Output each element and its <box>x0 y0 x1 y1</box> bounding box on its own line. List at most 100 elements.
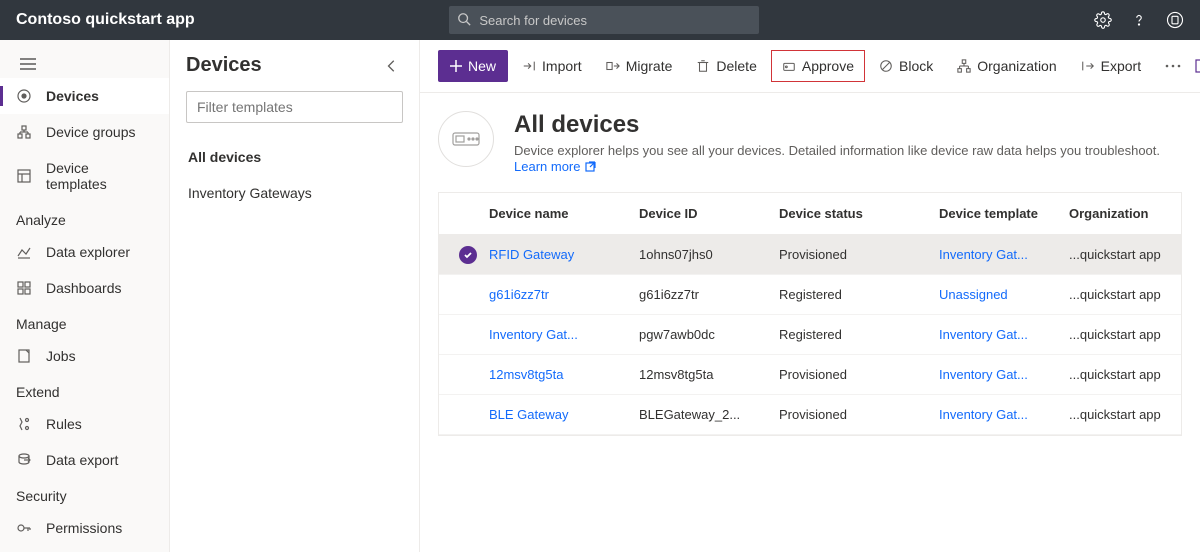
device-org: ...quickstart app <box>1059 287 1182 302</box>
table-row[interactable]: RFID Gateway 1ohns07jhs0 Provisioned Inv… <box>439 235 1182 275</box>
sidebar-item-data-explorer[interactable]: Data explorer <box>0 234 169 270</box>
device-template-link[interactable]: Unassigned <box>929 287 1059 302</box>
sidebar-item-label: Rules <box>46 416 82 432</box>
device-status: Registered <box>769 287 929 302</box>
rules-icon <box>16 416 32 432</box>
device-status: Provisioned <box>769 367 929 382</box>
group-icon <box>16 124 32 140</box>
sidebar-item-dashboards[interactable]: Dashboards <box>0 270 169 306</box>
help-icon[interactable] <box>1130 11 1148 29</box>
template-item[interactable]: All devices <box>186 139 403 175</box>
topbar-actions <box>1094 11 1184 29</box>
migrate-button[interactable]: Migrate <box>596 50 683 82</box>
page-subtitle: Device explorer helps you see all your d… <box>514 143 1160 158</box>
migrate-label: Migrate <box>626 58 673 74</box>
chart-icon <box>16 244 32 260</box>
sidebar-item-label: Permissions <box>46 520 122 536</box>
col-device-id[interactable]: Device ID <box>629 206 769 221</box>
toolbar-right <box>1195 58 1200 74</box>
device-name-link[interactable]: 12msv8tg5ta <box>479 367 629 382</box>
row-selected-icon[interactable] <box>459 246 477 264</box>
sidebar-item-permissions[interactable]: Permissions <box>0 510 169 546</box>
table-row[interactable]: Inventory Gat... pgw7awb0dc Registered I… <box>439 315 1182 355</box>
export-button[interactable]: Export <box>1071 50 1151 82</box>
table-header: Device name Device ID Device status Devi… <box>439 193 1182 235</box>
delete-button[interactable]: Delete <box>686 50 766 82</box>
table-row[interactable]: g61i6zz7tr g61i6zz7tr Registered Unassig… <box>439 275 1182 315</box>
block-button[interactable]: Block <box>869 50 943 82</box>
sidebar: DevicesDevice groupsDevice templates Ana… <box>0 40 170 552</box>
device-name-link[interactable]: BLE Gateway <box>479 407 629 422</box>
new-button[interactable]: New <box>438 50 508 82</box>
table-row[interactable]: 12msv8tg5ta 12msv8tg5ta Provisioned Inve… <box>439 355 1182 395</box>
device-id: 12msv8tg5ta <box>629 367 769 382</box>
sidebar-item-device-templates[interactable]: Device templates <box>0 150 169 202</box>
sidebar-item-label: Jobs <box>46 348 76 364</box>
settings-icon[interactable] <box>1094 11 1112 29</box>
templates-panel: Devices All devicesInventory Gateways <box>170 40 420 552</box>
sidebar-section-extend: Extend <box>0 374 169 406</box>
import-button[interactable]: Import <box>512 50 592 82</box>
new-label: New <box>468 58 496 74</box>
org-icon <box>957 59 971 73</box>
sidebar-item-label: Device templates <box>46 160 153 192</box>
sidebar-section-manage: Manage <box>0 306 169 338</box>
toolbar: New Import Migrate Delete Approve Block <box>420 40 1200 93</box>
device-status: Provisioned <box>769 247 929 262</box>
sidebar-item-devices[interactable]: Devices <box>0 78 169 114</box>
sidebar-item-rules[interactable]: Rules <box>0 406 169 442</box>
block-label: Block <box>899 58 933 74</box>
device-name-link[interactable]: g61i6zz7tr <box>479 287 629 302</box>
grid-icon <box>16 280 32 296</box>
sidebar-item-data-export[interactable]: Data export <box>0 442 169 478</box>
device-template-link[interactable]: Inventory Gat... <box>929 407 1059 422</box>
table-row[interactable]: BLE Gateway BLEGateway_2... Provisioned … <box>439 395 1182 435</box>
sidebar-item-label: Dashboards <box>46 280 122 296</box>
topbar: Contoso quickstart app <box>0 0 1200 40</box>
main: DevicesDevice groupsDevice templates Ana… <box>0 40 1200 552</box>
device-status: Provisioned <box>769 407 929 422</box>
device-status: Registered <box>769 327 929 342</box>
device-org: ...quickstart app <box>1059 367 1182 382</box>
template-icon <box>16 168 32 184</box>
hamburger-icon[interactable] <box>0 50 169 78</box>
key-icon <box>16 520 32 536</box>
col-device-name[interactable]: Device name <box>479 206 629 221</box>
sidebar-item-device-groups[interactable]: Device groups <box>0 114 169 150</box>
organization-button[interactable]: Organization <box>947 50 1066 82</box>
migrate-icon <box>606 59 620 73</box>
export-icon <box>1081 59 1095 73</box>
app-title: Contoso quickstart app <box>16 11 195 29</box>
device-id: BLEGateway_2... <box>629 407 769 422</box>
device-name-link[interactable]: RFID Gateway <box>479 247 629 262</box>
sidebar-item-jobs[interactable]: Jobs <box>0 338 169 374</box>
search-input[interactable] <box>449 6 759 34</box>
col-device-template[interactable]: Device template <box>929 206 1059 221</box>
search-icon <box>457 12 471 26</box>
device-id: g61i6zz7tr <box>629 287 769 302</box>
approve-button[interactable]: Approve <box>771 50 865 82</box>
devices-header-icon <box>438 111 494 167</box>
row-checkbox[interactable] <box>439 246 479 264</box>
clipboard-icon[interactable] <box>1166 11 1184 29</box>
col-organization[interactable]: Organization <box>1059 206 1182 221</box>
device-org: ...quickstart app <box>1059 407 1182 422</box>
columns-icon[interactable] <box>1195 58 1200 74</box>
page-title: All devices <box>514 111 1160 139</box>
sidebar-item-label: Data explorer <box>46 244 130 260</box>
filter-templates-input[interactable] <box>186 91 403 123</box>
page-header: All devices Device explorer helps you se… <box>420 93 1200 184</box>
delete-label: Delete <box>716 58 756 74</box>
device-name-link[interactable]: Inventory Gat... <box>479 327 629 342</box>
device-template-link[interactable]: Inventory Gat... <box>929 247 1059 262</box>
learn-more-link[interactable]: Learn more <box>514 159 596 174</box>
device-template-link[interactable]: Inventory Gat... <box>929 327 1059 342</box>
template-item[interactable]: Inventory Gateways <box>186 175 403 211</box>
more-button[interactable] <box>1155 50 1191 82</box>
collapse-panel-icon[interactable] <box>381 55 403 77</box>
more-icon <box>1165 64 1181 68</box>
col-device-status[interactable]: Device status <box>769 206 929 221</box>
block-icon <box>879 59 893 73</box>
content: New Import Migrate Delete Approve Block <box>420 40 1200 552</box>
device-template-link[interactable]: Inventory Gat... <box>929 367 1059 382</box>
